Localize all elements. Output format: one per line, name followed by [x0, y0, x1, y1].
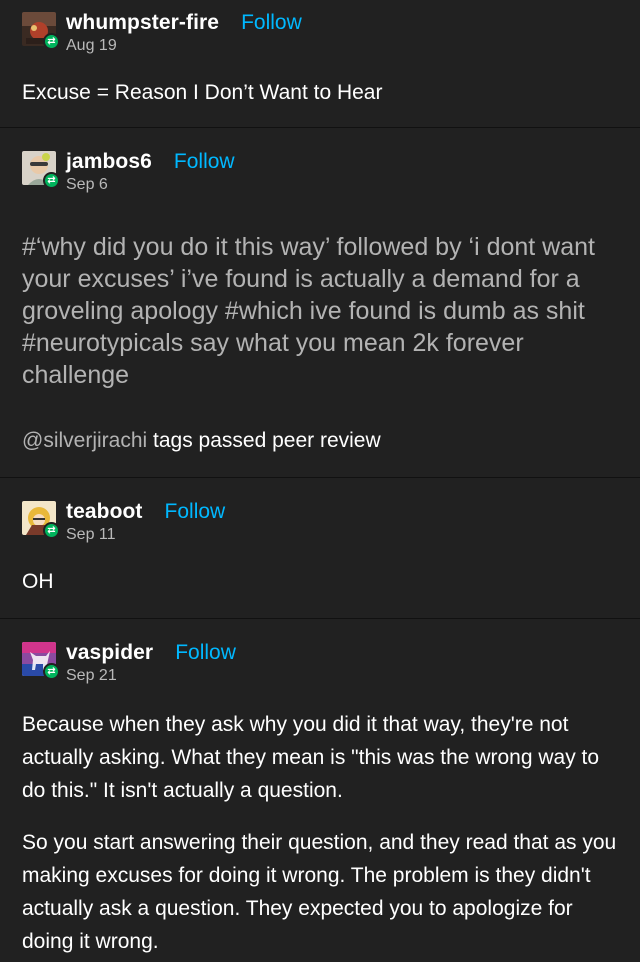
user-mention-link[interactable]: @silverjirachi — [22, 429, 147, 452]
post-date: Aug 19 — [66, 37, 117, 54]
post-date: Sep 6 — [66, 176, 108, 193]
follow-button[interactable]: Follow — [174, 150, 235, 174]
reblog-icon: ⇄ — [43, 172, 60, 189]
reblog-icon: ⇄ — [43, 33, 60, 50]
reblog-icon: ⇄ — [43, 663, 60, 680]
avatar[interactable]: ⇄ — [22, 642, 60, 680]
post-whumpster-fire: ⇄ whumpster-fire Follow Aug 19 Excuse = … — [0, 0, 640, 128]
post-body: @silverjirachi tags passed peer review — [22, 424, 618, 457]
post-body: Excuse = Reason I Don’t Want to Hear — [22, 81, 383, 104]
post-date: Sep 11 — [66, 526, 116, 543]
post-body-text: tags passed peer review — [147, 429, 381, 452]
username[interactable]: teaboot — [66, 500, 143, 524]
post-body: OH — [22, 570, 54, 593]
post-body-paragraph: Because when they ask why you did it tha… — [22, 713, 600, 802]
post-header: ⇄ whumpster-fire Follow Aug 19 — [22, 11, 302, 55]
post-header: ⇄ teaboot Follow Sep 11 — [22, 500, 226, 544]
username[interactable]: jambos6 — [66, 150, 152, 174]
avatar[interactable]: ⇄ — [22, 151, 60, 189]
post-header: ⇄ jambos6 Follow Sep 6 — [22, 150, 235, 194]
username[interactable]: vaspider — [66, 641, 153, 665]
follow-button[interactable]: Follow — [241, 11, 302, 35]
post-date: Sep 21 — [66, 667, 117, 684]
reblog-icon: ⇄ — [43, 522, 60, 539]
post-teaboot: ⇄ teaboot Follow Sep 11 OH — [0, 478, 640, 619]
follow-button[interactable]: Follow — [175, 641, 236, 665]
post-vaspider: ⇄ vaspider Follow Sep 21 Because when th… — [0, 619, 640, 962]
post-header: ⇄ vaspider Follow Sep 21 — [22, 641, 236, 685]
username[interactable]: whumpster-fire — [66, 11, 219, 35]
avatar[interactable]: ⇄ — [22, 501, 60, 539]
avatar[interactable]: ⇄ — [22, 12, 60, 50]
post-body-paragraph: So you start answering their question, a… — [22, 831, 617, 953]
post-tags: #‘why did you do it this way’ followed b… — [22, 233, 595, 389]
post-jambos6: ⇄ jambos6 Follow Sep 6 #‘why did you do … — [0, 128, 640, 478]
follow-button[interactable]: Follow — [165, 500, 226, 524]
